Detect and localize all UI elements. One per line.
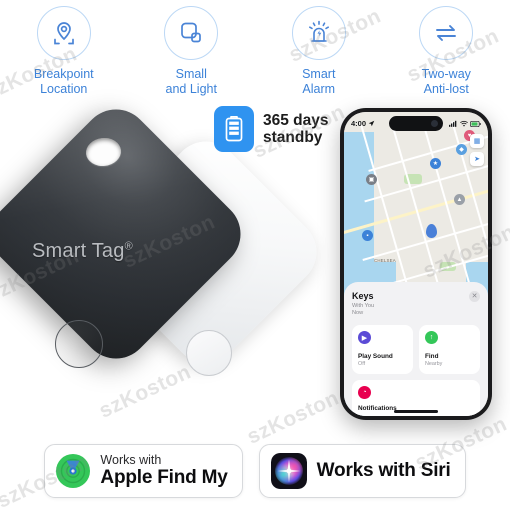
map-poi-pin[interactable]: ★ — [430, 158, 441, 169]
card-title: Find — [425, 353, 439, 360]
sheet-action-cards: ▶ Play Sound Off ↑ Find Nearby — [352, 325, 480, 374]
notification-bell-icon: ◔ — [358, 386, 371, 399]
siri-badge: Works with Siri — [258, 444, 466, 498]
badge-line1: Works with — [100, 453, 162, 467]
play-sound-icon: ▶ — [358, 331, 371, 344]
standby-text: 365 days standby — [263, 112, 329, 146]
breakpoint-location-icon — [36, 6, 91, 60]
find-card[interactable]: ↑ Find Nearby — [419, 325, 480, 374]
close-icon[interactable]: ✕ — [469, 291, 480, 302]
apple-find-my-badge: Works with Apple Find My — [44, 444, 243, 498]
play-sound-card[interactable]: ▶ Play Sound Off — [352, 325, 413, 374]
map-road — [390, 121, 444, 301]
sheet-title-block: Keys With You Now — [352, 291, 374, 316]
sheet-subtitle-time: Now — [352, 310, 364, 316]
find-nearby-icon: ↑ — [425, 331, 438, 344]
feature-two-way-anti-lost: Two-way Anti-lost — [383, 6, 510, 102]
recenter-button[interactable]: ➤ — [470, 152, 484, 166]
find-my-sheet: Keys With You Now ✕ ▶ Play Sound Off ↑ F… — [344, 282, 488, 416]
card-title: Play Sound — [358, 353, 393, 360]
status-right — [449, 120, 481, 127]
map-poi-pin[interactable]: ▪ — [362, 230, 373, 241]
card-subtitle: Off — [358, 361, 366, 367]
dynamic-island — [389, 116, 443, 131]
front-camera-icon — [431, 120, 438, 127]
status-time: 4:00 — [351, 119, 367, 128]
map-layers-button[interactable]: ▦ — [470, 134, 484, 148]
sheet-title: Keys — [352, 291, 374, 301]
location-arrow-icon — [368, 120, 375, 127]
status-left: 4:00 — [351, 119, 375, 128]
product-photo: Smart Tag® — [0, 95, 331, 422]
sheet-header: Keys With You Now ✕ — [352, 291, 480, 316]
map-poi-pin[interactable]: ▣ — [366, 174, 377, 185]
cellular-signal-icon — [449, 120, 457, 127]
feature-label: Two-way Anti-lost — [421, 67, 471, 96]
two-way-anti-lost-icon — [419, 6, 474, 60]
feature-small-and-light: Small and Light — [128, 6, 256, 102]
map-controls: ▦ ➤ — [470, 134, 484, 166]
standby-badge: 365 days standby — [214, 106, 329, 152]
small-and-light-icon — [164, 6, 219, 60]
map-road — [421, 121, 476, 305]
home-indicator — [394, 410, 438, 413]
smart-alarm-icon — [291, 6, 346, 60]
battery-icon — [214, 106, 254, 152]
card-subtitle: Nearby — [425, 361, 443, 367]
map-poi-pin[interactable] — [426, 224, 437, 238]
sheet-subtitle-location: With You — [352, 303, 375, 309]
battery-status-icon — [470, 120, 481, 127]
feature-label: Small and Light — [165, 67, 217, 96]
product-brand-label: Smart Tag® — [32, 240, 133, 262]
wifi-icon — [459, 120, 468, 127]
map-poi-pin[interactable]: ▲ — [454, 194, 465, 205]
find-my-radar-icon — [56, 454, 91, 488]
feature-breakpoint-location: Breakpoint Location — [0, 6, 128, 102]
feature-label: Breakpoint Location — [33, 67, 94, 96]
siri-orb-icon — [270, 453, 307, 489]
white-tag-button — [186, 330, 232, 376]
black-tag-button — [55, 320, 103, 368]
badge-text: Works with Apple Find My — [100, 453, 227, 489]
feature-label: Smart Alarm — [302, 67, 336, 96]
badge-line2: Apple Find My — [100, 467, 228, 488]
badge-line1: Works with Siri — [316, 460, 451, 481]
feature-strip: Breakpoint Location Small and Light Smar — [0, 6, 510, 102]
iphone-mockup: ★ ◆ ♥ ▣ ▲ ▪ CHELSEA FLATIRON GRAMERCY KI… — [340, 108, 492, 420]
compatibility-badges: Works with Apple Find My Works with Siri — [0, 444, 510, 498]
phone-screen: ★ ◆ ♥ ▣ ▲ ▪ CHELSEA FLATIRON GRAMERCY KI… — [344, 112, 488, 416]
feature-smart-alarm: Smart Alarm — [255, 6, 383, 102]
map-poi-pin[interactable]: ◆ — [456, 144, 467, 155]
